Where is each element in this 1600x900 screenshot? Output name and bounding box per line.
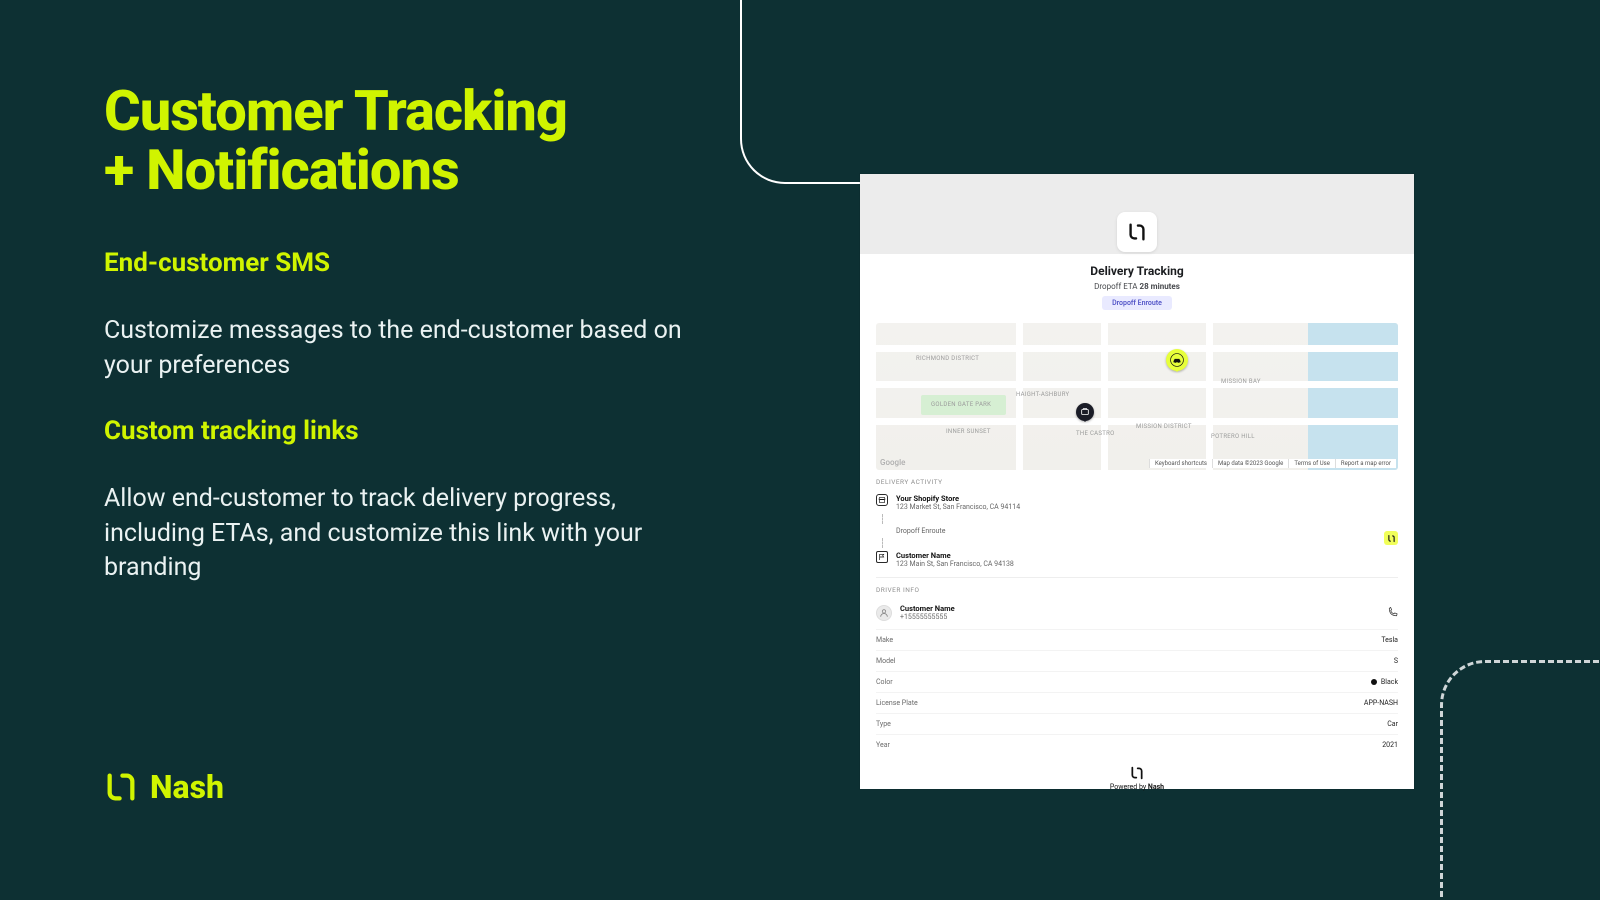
- map-road: [876, 381, 1398, 388]
- map-neighborhood-label: GOLDEN GATE PARK: [931, 401, 991, 408]
- driver-info-value: S: [1394, 657, 1398, 665]
- delivery-activity: Your Shopify Store 123 Market St, San Fr…: [860, 489, 1414, 577]
- map-attrib-item: Map data ©2023 Google: [1212, 459, 1288, 468]
- driver-info-row: License Plate APP-NASH: [876, 692, 1398, 713]
- eta-value: 28 minutes: [1140, 282, 1180, 291]
- origin-address: 123 Market St, San Francisco, CA 94114: [896, 503, 1020, 511]
- driver-info-value: Black: [1371, 678, 1398, 686]
- call-driver-button[interactable]: [1386, 607, 1398, 619]
- eta-label: Dropoff ETA: [1094, 282, 1137, 291]
- driver-section-label: DRIVER INFO: [860, 578, 1414, 597]
- driver-info-row: Year 2021: [876, 734, 1398, 755]
- brand-name: Nash: [150, 768, 224, 806]
- driver-phone: +15555555555: [900, 613, 955, 621]
- map-neighborhood-label: MISSION DISTRICT: [1136, 423, 1192, 430]
- origin-name: Your Shopify Store: [896, 494, 1020, 503]
- activity-origin: Your Shopify Store 123 Market St, San Fr…: [876, 491, 1398, 514]
- driver-info-value: Tesla: [1381, 636, 1398, 644]
- status-badge: Dropoff Enroute: [1102, 296, 1172, 310]
- tracking-title: Delivery Tracking: [860, 264, 1414, 278]
- tracking-map[interactable]: RICHMOND DISTRICT HAIGHT-ASHBURY GOLDEN …: [876, 323, 1398, 470]
- driver-info: Customer Name +15555555555 Make Tesla Mode…: [860, 597, 1414, 757]
- driver-info-key: Type: [876, 720, 891, 728]
- driver-info-key: Make: [876, 636, 893, 644]
- driver-info-key: Year: [876, 741, 890, 749]
- section-body-sms: Customize messages to the end-customer b…: [104, 314, 704, 383]
- nash-logo-icon: [1129, 765, 1145, 781]
- map-neighborhood-label: RICHMOND DISTRICT: [916, 355, 979, 362]
- driver-header: Customer Name +15555555555: [876, 599, 1398, 629]
- driver-info-row: Model S: [876, 650, 1398, 671]
- app-header: Delivery Tracking Dropoff ETA 28 minutes…: [860, 254, 1414, 316]
- driver-info-key: License Plate: [876, 699, 918, 707]
- map-neighborhood-label: MISSION BAY: [1221, 378, 1261, 385]
- activity-status: Dropoff Enroute: [876, 524, 1398, 538]
- flag-icon: [876, 551, 888, 563]
- map-road: [876, 345, 1398, 352]
- destination-pin-icon: [1076, 403, 1094, 421]
- driver-info-key: Color: [876, 678, 893, 686]
- section-heading-links: Custom tracking links: [104, 416, 359, 446]
- activity-connector-line: [882, 538, 883, 548]
- driver-avatar-icon: [876, 605, 892, 621]
- activity-section-label: DELIVERY ACTIVITY: [860, 470, 1414, 489]
- driver-info-value: 2021: [1382, 741, 1398, 749]
- map-neighborhood-label: POTRERO HILL: [1211, 433, 1255, 440]
- map-attrib-item[interactable]: Terms of Use: [1288, 459, 1335, 468]
- app-footer: Powered by Nash: [860, 757, 1414, 801]
- map-neighborhood-label: INNER SUNSET: [946, 428, 991, 435]
- nash-badge-icon: [1384, 531, 1398, 545]
- section-heading-sms: End-customer SMS: [104, 248, 330, 278]
- driver-pin-icon: [1166, 349, 1188, 371]
- page-title-line2: + Notifications: [104, 137, 459, 203]
- driver-info-row: Type Car: [876, 713, 1398, 734]
- powered-by-brand: Nash: [1148, 783, 1164, 791]
- nash-logo-icon: [1126, 221, 1148, 243]
- page-title-line1: Customer Tracking: [104, 78, 567, 144]
- map-attribution-bar: Keyboard shortcuts Map data ©2023 Google…: [1149, 459, 1396, 468]
- activity-destination: Customer Name 123 Main St, San Francisco…: [876, 548, 1398, 571]
- app-brand-tile: [1117, 212, 1157, 252]
- map-neighborhood-label: THE CASTRO: [1076, 430, 1115, 437]
- decorative-corner-line: [740, 0, 940, 184]
- section-body-links: Allow end-customer to track delivery pro…: [104, 482, 704, 586]
- decorative-dashed-line: [1440, 660, 1600, 900]
- destination-name: Customer Name: [896, 551, 1014, 560]
- driver-name: Customer Name: [900, 604, 955, 613]
- driver-info-value: Car: [1387, 720, 1398, 728]
- driver-info-value: APP-NASH: [1364, 699, 1398, 707]
- map-neighborhood-label: HAIGHT-ASHBURY: [1016, 391, 1069, 398]
- brand-footer: Nash: [104, 768, 224, 806]
- store-icon: [876, 494, 888, 506]
- nash-logo-icon: [104, 770, 138, 804]
- map-attrib-item[interactable]: Keyboard shortcuts: [1149, 459, 1212, 468]
- activity-connector-line: [882, 514, 883, 524]
- destination-address: 123 Main St, San Francisco, CA 94138: [896, 560, 1014, 568]
- google-attribution: Google: [880, 458, 905, 467]
- map-road: [1101, 323, 1108, 470]
- page-title: Customer Tracking + Notifications: [104, 82, 724, 200]
- driver-info-row: Color Black: [876, 671, 1398, 692]
- map-attrib-item[interactable]: Report a map error: [1335, 459, 1396, 468]
- powered-by-text: Powered by Nash: [860, 783, 1414, 791]
- activity-status-text: Dropoff Enroute: [896, 527, 945, 535]
- driver-info-key: Model: [876, 657, 895, 665]
- driver-info-row: Make Tesla: [876, 629, 1398, 650]
- app-banner: [860, 174, 1414, 254]
- eta-line: Dropoff ETA 28 minutes: [860, 282, 1414, 291]
- tracking-app-screenshot: Delivery Tracking Dropoff ETA 28 minutes…: [860, 174, 1414, 789]
- powered-by-pre: Powered by: [1110, 783, 1148, 791]
- map-road: [1206, 323, 1213, 470]
